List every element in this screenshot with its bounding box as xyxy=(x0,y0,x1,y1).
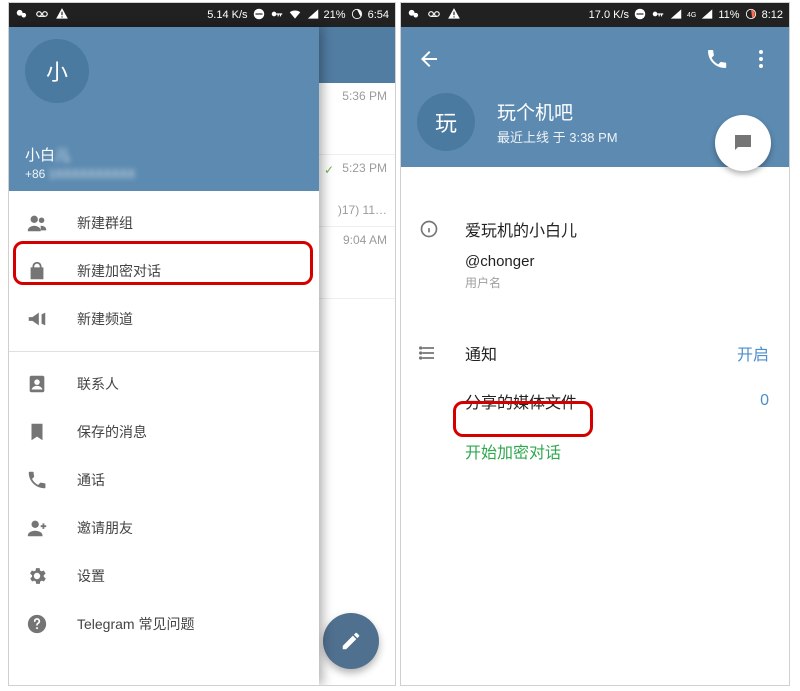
warning-icon xyxy=(447,7,461,24)
gear-icon xyxy=(25,565,49,587)
chat-list-peek: 5:36 PM ✓ 5:23 PM )17) 11… 9:04 AM xyxy=(317,27,395,685)
person-icon xyxy=(25,373,49,395)
megaphone-icon xyxy=(25,308,49,330)
phone-icon xyxy=(25,469,49,491)
menu-new-channel[interactable]: 新建频道 xyxy=(9,295,319,343)
list-icon xyxy=(417,343,441,363)
account-name: 小白 xyxy=(25,147,55,164)
clock: 6:54 xyxy=(368,9,389,21)
menu-label: 设置 xyxy=(77,566,105,586)
profile-content: 爱玩机的小白儿 @chonger 用户名 通知 开启 分享的媒体文件 0 开始加… xyxy=(401,167,789,463)
dnd-icon xyxy=(633,7,647,24)
menu-label: 新建加密对话 xyxy=(77,261,161,281)
row-value: 0 xyxy=(760,392,773,410)
menu-label: 联系人 xyxy=(77,374,119,394)
chat-row[interactable]: 9:04 AM xyxy=(318,227,395,299)
signal-icon xyxy=(669,7,683,24)
menu-label: 邀请朋友 xyxy=(77,518,133,538)
menu-label: 新建频道 xyxy=(77,309,133,329)
avatar[interactable]: 玩 xyxy=(417,93,475,151)
info-icon xyxy=(417,217,441,291)
voicemail-icon xyxy=(427,7,441,24)
phone-left: 5.14 K/s 21% 6:54 5:36 PM ✓ 5:23 PM )17)… xyxy=(8,2,396,686)
status-bar: 5.14 K/s 21% 6:54 xyxy=(9,3,395,27)
status-bar: 17.0 K/s 4G 11% 8:12 xyxy=(401,3,789,27)
row-shared-media[interactable]: 分享的媒体文件 0 xyxy=(417,377,773,425)
menu-invite-friends[interactable]: 邀请朋友 xyxy=(9,504,319,552)
row-value: 开启 xyxy=(737,341,773,365)
net-speed: 5.14 K/s xyxy=(207,9,247,21)
menu-faq[interactable]: Telegram 常见问题 xyxy=(9,600,319,648)
profile-status: 最近上线 于 3:38 PM xyxy=(497,127,618,146)
vpn-key-icon xyxy=(651,7,665,24)
voicemail-icon xyxy=(35,7,49,24)
menu-label: 保存的消息 xyxy=(77,422,147,442)
net-type: 4G xyxy=(687,12,696,19)
clock: 8:12 xyxy=(762,9,783,21)
menu-contacts[interactable]: 联系人 xyxy=(9,360,319,408)
drawer-header[interactable]: 小 小白儿 +86 1XXXXXXXXXX xyxy=(9,27,319,191)
person-add-icon xyxy=(25,517,49,539)
battery-percent: 21% xyxy=(324,9,346,21)
menu-settings[interactable]: 设置 xyxy=(9,552,319,600)
menu-new-group[interactable]: 新建群组 xyxy=(9,199,319,247)
start-secret-chat[interactable]: 开始加密对话 xyxy=(417,439,773,463)
check-icon: ✓ xyxy=(324,163,334,177)
wechat-icon xyxy=(407,7,421,24)
main-appbar xyxy=(318,27,395,83)
menu-calls[interactable]: 通话 xyxy=(9,456,319,504)
menu-saved-messages[interactable]: 保存的消息 xyxy=(9,408,319,456)
chat-icon xyxy=(731,131,755,155)
net-speed: 17.0 K/s xyxy=(589,9,629,21)
vpn-key-icon xyxy=(270,7,284,24)
more-button[interactable] xyxy=(749,47,773,76)
row-notifications[interactable]: 通知 开启 xyxy=(417,329,773,377)
wechat-icon xyxy=(15,7,29,24)
lock-icon xyxy=(25,260,49,282)
battery-percent: 11% xyxy=(718,9,739,21)
account-phone: +86 xyxy=(25,167,45,181)
phone-right: 17.0 K/s 4G 11% 8:12 玩 玩个机吧 最近上线 于 3:38 … xyxy=(400,2,790,686)
signal-icon xyxy=(700,7,714,24)
menu-label: Telegram 常见问题 xyxy=(77,614,194,634)
battery-icon xyxy=(744,7,758,24)
chat-row[interactable]: 5:36 PM xyxy=(318,83,395,155)
menu-new-secret-chat[interactable]: 新建加密对话 xyxy=(9,247,319,295)
call-button[interactable] xyxy=(705,47,729,76)
signal-icon xyxy=(306,7,320,24)
avatar[interactable]: 小 xyxy=(25,39,89,103)
username-label: 用户名 xyxy=(465,274,773,291)
help-icon xyxy=(25,613,49,635)
group-icon xyxy=(25,212,49,234)
info-section: 爱玩机的小白儿 @chonger 用户名 xyxy=(417,217,773,291)
username[interactable]: @chonger xyxy=(465,253,773,270)
drawer-list: 新建群组 新建加密对话 新建频道 联系人 保存的消息 xyxy=(9,191,319,685)
row-label: 通知 xyxy=(465,341,713,365)
separator xyxy=(9,351,319,352)
battery-icon xyxy=(350,7,364,24)
nav-drawer: 小 小白儿 +86 1XXXXXXXXXX 新建群组 新建加密对话 新建频道 xyxy=(9,27,319,685)
chat-row[interactable]: ✓ 5:23 PM )17) 11… xyxy=(318,155,395,227)
bio: 爱玩机的小白儿 xyxy=(465,217,773,241)
back-button[interactable] xyxy=(417,47,441,76)
message-fab[interactable] xyxy=(715,115,771,171)
row-label: 分享的媒体文件 xyxy=(465,389,736,413)
profile-name: 玩个机吧 xyxy=(497,98,618,125)
compose-fab[interactable] xyxy=(323,613,379,669)
menu-label: 新建群组 xyxy=(77,213,133,233)
wifi-icon xyxy=(288,7,302,24)
warning-icon xyxy=(55,7,69,24)
pencil-icon xyxy=(340,630,362,652)
menu-label: 通话 xyxy=(77,470,105,490)
dnd-icon xyxy=(252,7,266,24)
bookmark-icon xyxy=(25,421,49,443)
